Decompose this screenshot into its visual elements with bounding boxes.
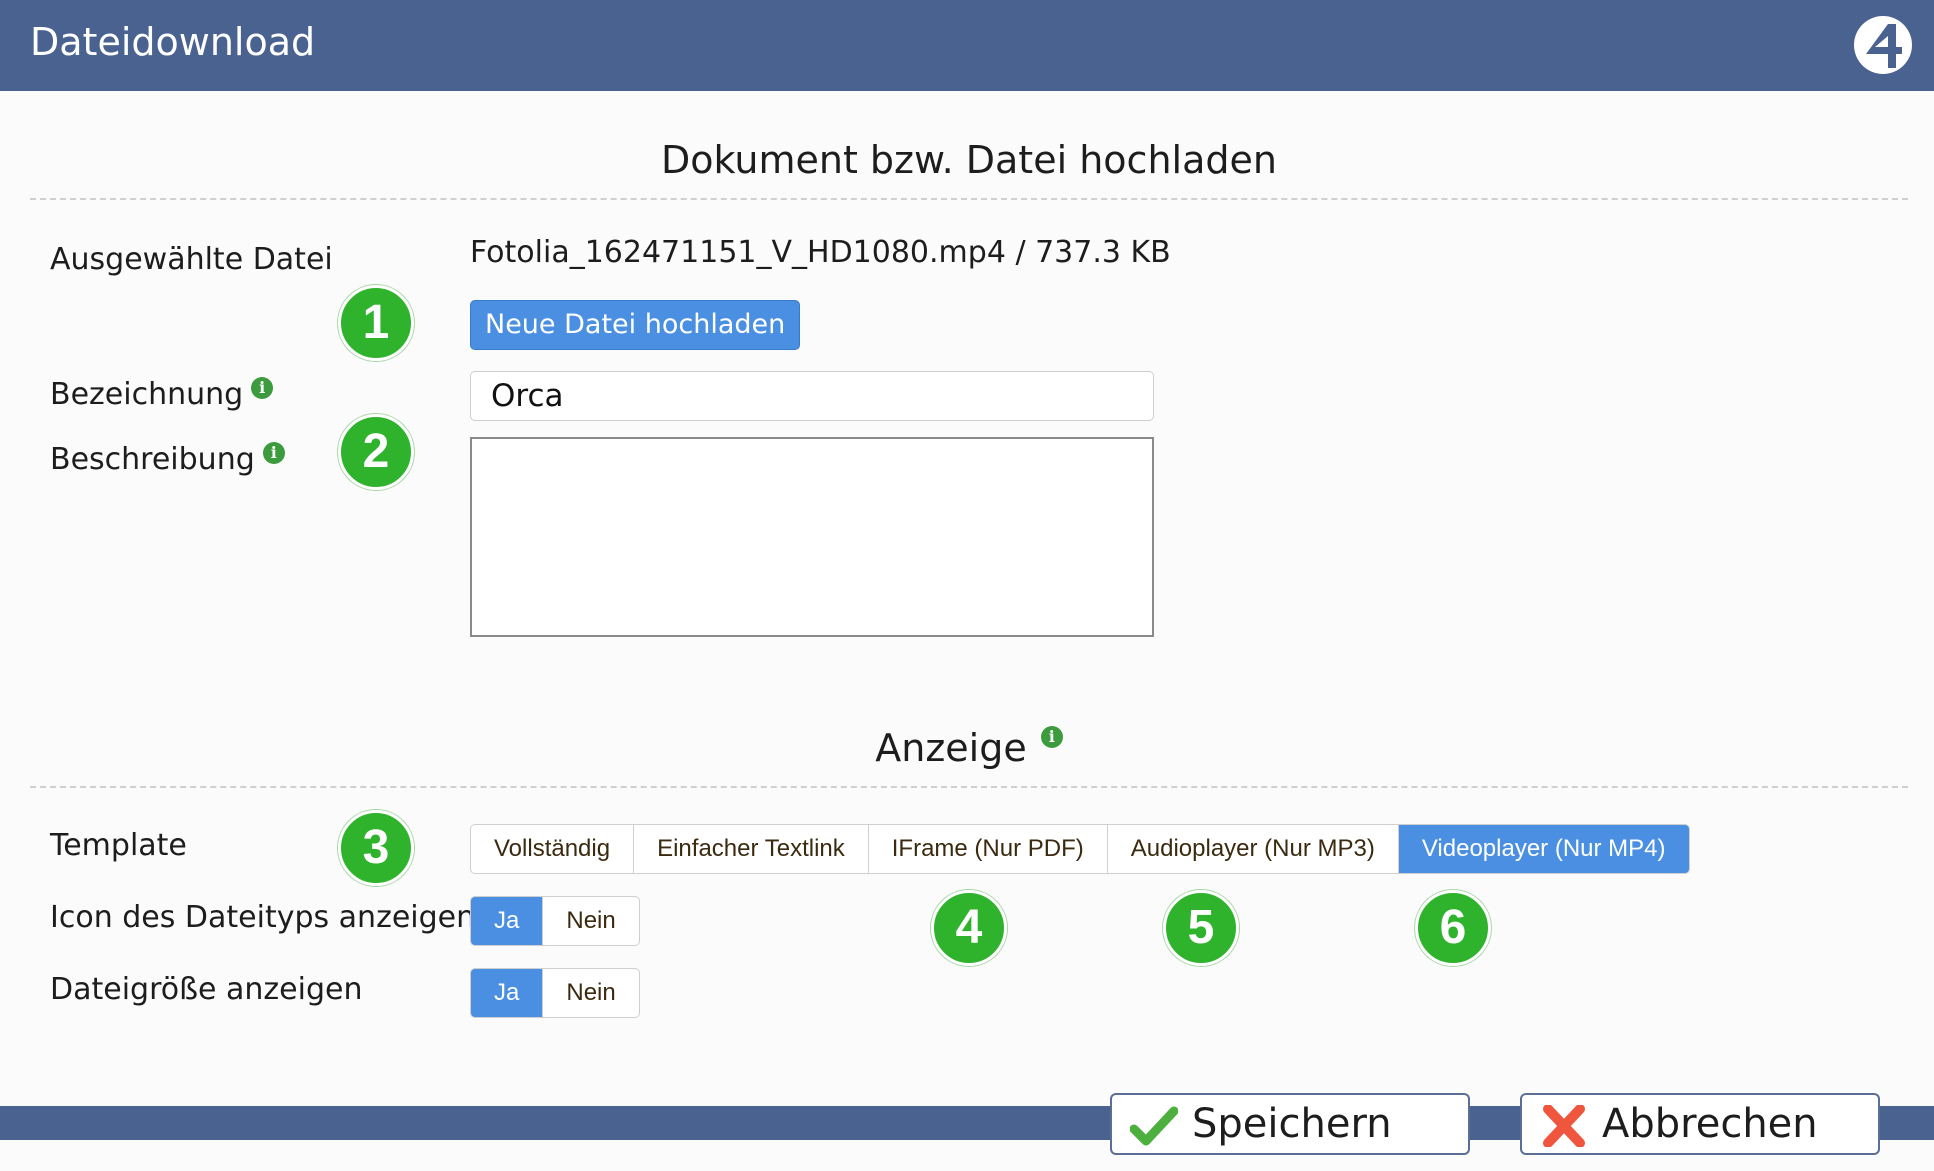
save-button-label: Speichern <box>1192 1101 1392 1147</box>
selected-file-name: Fotolia_162471151_V_HD1080.mp4 / 737.3 K… <box>470 235 1171 270</box>
file-icon-no[interactable]: Nein <box>543 897 638 945</box>
callout-badge-2: 2 <box>338 414 414 490</box>
logo-4-icon <box>1854 16 1912 74</box>
description-label-text: Beschreibung <box>50 442 255 477</box>
display-heading-text: Anzeige <box>875 726 1027 770</box>
display-section-divider <box>30 786 1908 788</box>
template-option-iframe[interactable]: IFrame (Nur PDF) <box>869 825 1108 873</box>
upload-new-file-button[interactable]: Neue Datei hochladen <box>470 300 801 350</box>
callout-badge-1: 1 <box>338 285 414 361</box>
close-icon <box>1543 1105 1585 1147</box>
display-section-heading: Anzeige i <box>30 726 1908 770</box>
template-option-videoplayer[interactable]: Videoplayer (Nur MP4) <box>1398 825 1689 873</box>
description-textarea[interactable] <box>470 437 1154 637</box>
file-size-no[interactable]: Nein <box>543 969 638 1017</box>
callout-badge-5: 5 <box>1163 890 1239 966</box>
callout-badge-4: 4 <box>931 890 1007 966</box>
callout-badge-6: 6 <box>1415 890 1491 966</box>
name-label-text: Bezeichnung <box>50 377 244 412</box>
window-title: Dateidownload <box>30 20 316 64</box>
checkmark-icon <box>1130 1106 1178 1146</box>
file-icon-yes[interactable]: Ja <box>471 897 544 945</box>
template-option-audioplayer[interactable]: Audioplayer (Nur MP3) <box>1108 825 1399 873</box>
description-label: Beschreibung i <box>50 442 285 477</box>
callout-badge-3: 3 <box>338 810 414 886</box>
template-label: Template <box>50 828 187 863</box>
selected-file-label: Ausgewählte Datei <box>50 242 333 277</box>
title-bar: Dateidownload <box>0 0 1934 91</box>
info-icon[interactable]: i <box>251 377 274 399</box>
template-selector: Vollständig Einfacher Textlink IFrame (N… <box>470 824 1690 874</box>
cancel-button-label: Abbrechen <box>1602 1101 1818 1147</box>
file-size-yes[interactable]: Ja <box>471 969 544 1017</box>
file-icon-toggle: Ja Nein <box>470 896 640 946</box>
upload-section-heading: Dokument bzw. Datei hochladen <box>661 138 1277 182</box>
template-option-textlink[interactable]: Einfacher Textlink <box>634 825 869 873</box>
name-label: Bezeichnung i <box>50 377 274 412</box>
cancel-button[interactable]: Abbrechen <box>1520 1093 1880 1155</box>
file-size-toggle: Ja Nein <box>470 968 640 1018</box>
template-option-vollstaendig[interactable]: Vollständig <box>471 825 635 873</box>
file-size-label: Dateigröße anzeigen <box>50 972 363 1007</box>
upload-section-divider <box>30 198 1908 200</box>
file-icon-label: Icon des Dateityps anzeigen <box>50 900 476 935</box>
name-input[interactable]: Orca <box>470 371 1154 421</box>
save-button[interactable]: Speichern <box>1110 1093 1470 1155</box>
info-icon[interactable]: i <box>262 442 285 464</box>
info-icon[interactable]: i <box>1040 726 1063 748</box>
